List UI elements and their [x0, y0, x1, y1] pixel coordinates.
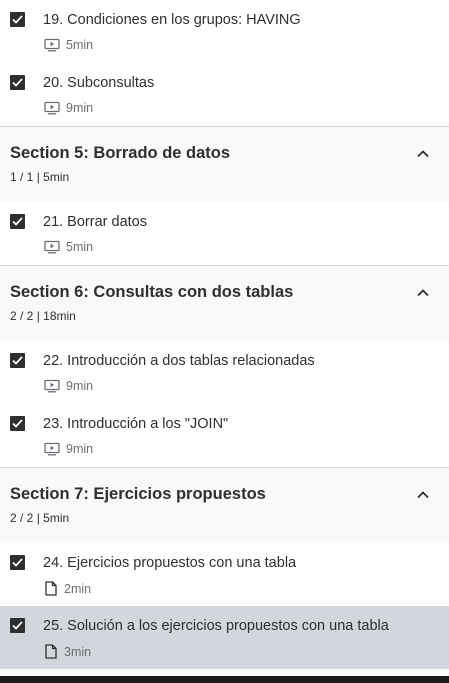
lecture-meta: 2min — [44, 581, 91, 596]
lecture-title: 25. Solución a los ejercicios propuestos… — [43, 618, 389, 634]
lecture-checkbox[interactable] — [10, 618, 25, 633]
section-header[interactable]: Section 7: Ejercicios propuestos 2 / 2 | … — [0, 467, 449, 543]
section-duration: 18min — [43, 309, 76, 323]
lecture-duration: 9min — [66, 442, 94, 456]
section-separator: | — [33, 511, 44, 525]
section-separator: | — [33, 309, 44, 323]
video-icon — [44, 101, 60, 115]
lecture-meta: 3min — [44, 644, 91, 659]
section-meta: 2 / 2 | 18min — [10, 309, 76, 323]
lecture-meta: 9min — [44, 442, 93, 456]
section-progress: 1 / 1 — [10, 170, 34, 184]
section-title: Section 6: Consultas con dos tablas — [10, 283, 294, 301]
checkmark-icon — [12, 356, 23, 365]
course-content-list: 19. Condiciones en los grupos: HAVING 5mi… — [0, 0, 449, 669]
lecture-duration: 2min — [64, 581, 92, 596]
section-meta: 1 / 1 | 5min — [10, 170, 69, 184]
lecture-duration: 3min — [64, 644, 92, 659]
lecture-title: 20. Subconsultas — [43, 75, 155, 91]
checkmark-icon — [12, 217, 23, 226]
lecture-checkbox[interactable] — [10, 214, 25, 229]
chevron-up-icon[interactable] — [417, 491, 429, 499]
lecture-item[interactable]: 20. Subconsultas 9min — [0, 63, 449, 126]
video-icon — [44, 38, 60, 52]
lecture-title: 24. Ejercicios propuestos con una tabla — [43, 555, 297, 571]
video-icon — [44, 379, 60, 393]
section-duration: 5min — [43, 511, 70, 525]
section-header[interactable]: Section 6: Consultas con dos tablas 2 / 2… — [0, 265, 449, 341]
checkmark-icon — [12, 15, 23, 24]
lecture-duration: 9min — [66, 379, 94, 393]
lecture-checkbox[interactable] — [10, 555, 25, 570]
lecture-title: 22. Introducción a dos tablas relacionad… — [43, 353, 315, 369]
lecture-meta: 5min — [44, 38, 93, 52]
lecture-checkbox[interactable] — [10, 12, 25, 27]
section-title: Section 7: Ejercicios propuestos — [10, 485, 266, 503]
section-header[interactable]: Section 5: Borrado de datos 1 / 1 | 5min — [0, 126, 449, 202]
section-title: Section 5: Borrado de datos — [10, 144, 231, 162]
section-progress: 2 / 2 — [10, 511, 34, 525]
section-duration: 5min — [43, 170, 70, 184]
lecture-item[interactable]: 24. Ejercicios propuestos con una tabla 2… — [0, 543, 449, 606]
file-icon — [45, 644, 57, 659]
lecture-meta: 5min — [44, 240, 93, 254]
lecture-duration: 5min — [66, 240, 94, 254]
section-progress: 2 / 2 — [10, 309, 34, 323]
lecture-duration: 9min — [66, 101, 94, 115]
lecture-title: 21. Borrar datos — [43, 214, 147, 230]
lecture-title: 23. Introducción a los "JOIN" — [43, 416, 229, 432]
lecture-title: 19. Condiciones en los grupos: HAVING — [43, 12, 301, 28]
lecture-item[interactable]: 23. Introducción a los "JOIN" 9min — [0, 404, 449, 467]
checkmark-icon — [12, 558, 23, 567]
lecture-meta: 9min — [44, 101, 93, 115]
lecture-item[interactable]: 22. Introducción a dos tablas relacionad… — [0, 341, 449, 404]
checkmark-icon — [12, 419, 23, 428]
lecture-item[interactable]: 25. Solución a los ejercicios propuestos… — [0, 606, 449, 669]
lecture-item[interactable]: 19. Condiciones en los grupos: HAVING 5mi… — [0, 0, 449, 63]
video-icon — [44, 442, 60, 456]
section-meta: 2 / 2 | 5min — [10, 511, 69, 525]
lecture-checkbox[interactable] — [10, 353, 25, 368]
lecture-meta: 9min — [44, 379, 93, 393]
bottom-bar — [0, 676, 449, 683]
lecture-checkbox[interactable] — [10, 75, 25, 90]
video-icon — [44, 240, 60, 254]
checkmark-icon — [12, 78, 23, 87]
chevron-up-icon[interactable] — [417, 150, 429, 158]
lecture-duration: 5min — [66, 38, 94, 52]
checkmark-icon — [12, 621, 23, 630]
chevron-up-icon[interactable] — [417, 289, 429, 297]
file-icon — [45, 581, 57, 596]
section-separator: | — [33, 170, 44, 184]
lecture-item[interactable]: 21. Borrar datos 5min — [0, 202, 449, 265]
lecture-checkbox[interactable] — [10, 416, 25, 431]
